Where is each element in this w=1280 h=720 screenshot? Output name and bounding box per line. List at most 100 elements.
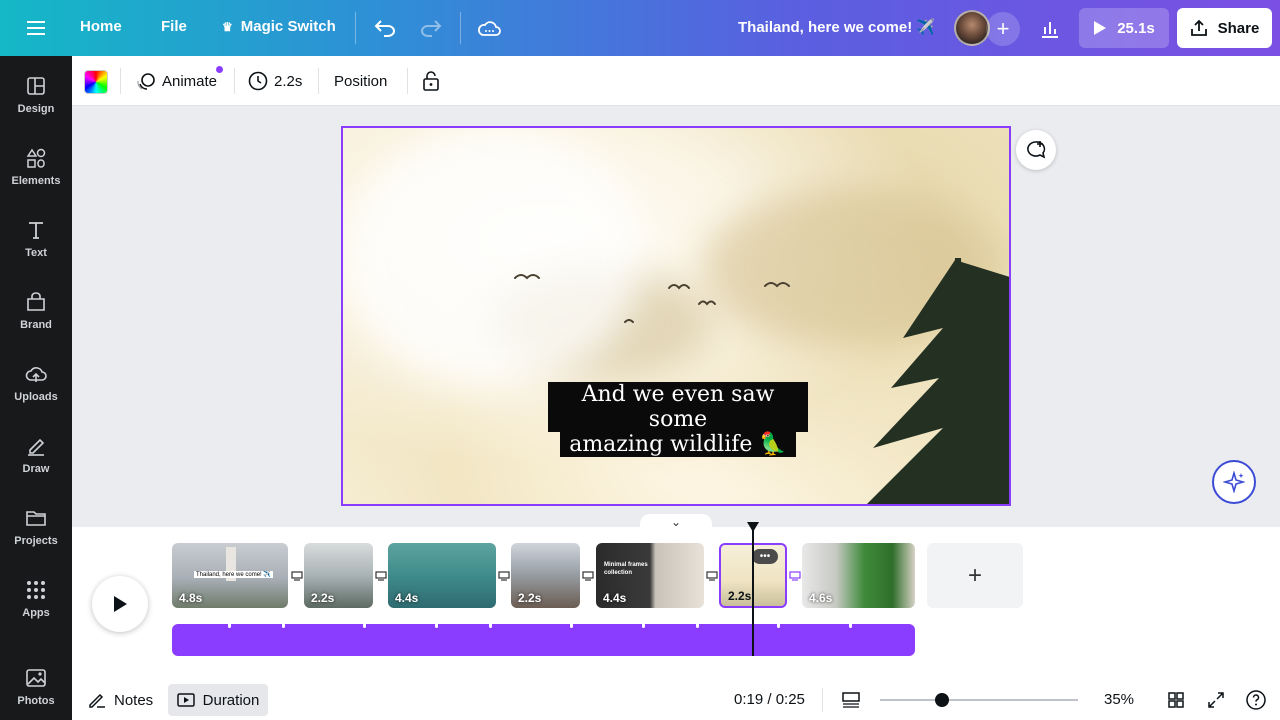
audio-track[interactable]: [172, 624, 915, 656]
add-page-button[interactable]: +: [927, 543, 1023, 608]
grid-view-icon[interactable]: [1164, 688, 1188, 712]
avatar[interactable]: [954, 10, 990, 46]
sidebar-item-projects[interactable]: Projects: [0, 507, 72, 571]
sparkle-icon: [1223, 471, 1245, 493]
magic-assistant-button[interactable]: [1212, 460, 1256, 504]
file-menu[interactable]: File: [161, 18, 187, 35]
play-timeline-button[interactable]: [92, 576, 148, 632]
divider: [234, 68, 235, 94]
sidebar-item-uploads[interactable]: Uploads: [0, 363, 72, 427]
beat-marker: [777, 624, 780, 628]
cloud-upload-icon: [25, 367, 47, 382]
present-button[interactable]: 25.1s: [1079, 8, 1169, 48]
plus-icon: +: [996, 16, 1010, 41]
zoom-slider-handle[interactable]: [935, 693, 949, 707]
design-page[interactable]: And we even saw some amazing wildlife 🦜: [341, 126, 1011, 506]
home-button[interactable]: Home: [80, 18, 122, 35]
sidebar-item-brand[interactable]: Brand: [0, 291, 72, 355]
timeline-clip-1[interactable]: Thailand, here we come! ✈️ 4.8s: [172, 543, 288, 608]
text-icon: [29, 222, 43, 239]
beat-marker: [435, 624, 438, 628]
timeline-clip-5[interactable]: Minimal frames collection 4.4s: [596, 543, 704, 608]
duration-label: Duration: [202, 691, 260, 709]
page-layout-icon[interactable]: [839, 688, 863, 712]
caption-line-1: And we even saw some: [548, 382, 808, 432]
transition-icon[interactable]: [787, 568, 803, 584]
divider: [318, 68, 319, 94]
transition-icon[interactable]: [580, 568, 596, 584]
sidebar-item-apps[interactable]: Apps: [0, 579, 72, 643]
cloud-save-icon[interactable]: [474, 14, 504, 42]
sidebar-item-label: Apps: [22, 607, 50, 619]
share-button[interactable]: Share: [1177, 8, 1272, 48]
notes-icon: [89, 693, 105, 708]
playhead-handle[interactable]: [747, 522, 759, 532]
magic-switch-button[interactable]: ♛ Magic Switch: [222, 18, 336, 35]
photo-icon: [26, 669, 46, 687]
playhead[interactable]: [752, 526, 754, 656]
sidebar-item-photos[interactable]: Photos: [0, 667, 72, 720]
beat-marker: [489, 624, 492, 628]
transition-icon[interactable]: [289, 568, 305, 584]
add-collaborator-button[interactable]: +: [986, 12, 1020, 46]
notes-button[interactable]: Notes: [88, 686, 153, 714]
magic-switch-label: Magic Switch: [240, 18, 336, 35]
lock-button[interactable]: [422, 70, 440, 92]
redo-icon[interactable]: [416, 14, 446, 42]
timeline-clip-3[interactable]: 4.4s: [388, 543, 496, 608]
film-icon: [176, 693, 195, 707]
beat-marker: [228, 624, 231, 628]
timeline-clip-4[interactable]: 2.2s: [511, 543, 580, 608]
sidebar-item-label: Elements: [11, 175, 61, 187]
caption-text[interactable]: And we even saw some amazing wildlife 🦜: [548, 382, 808, 457]
undo-icon[interactable]: [370, 14, 400, 42]
caption-line-2: amazing wildlife 🦜: [560, 432, 796, 457]
present-duration: 25.1s: [1117, 19, 1155, 37]
clip-more-options-button[interactable]: •••: [752, 549, 778, 564]
clip-caption: Minimal frames collection: [604, 562, 648, 576]
clip-duration: 2.2s: [518, 591, 542, 605]
sidebar-item-elements[interactable]: Elements: [0, 147, 72, 211]
comment-plus-icon: [1027, 141, 1046, 159]
play-icon: [114, 596, 127, 612]
duration-button[interactable]: Duration: [168, 684, 268, 716]
position-button[interactable]: Position: [334, 70, 387, 92]
sidebar-item-draw[interactable]: Draw: [0, 435, 72, 499]
add-comment-button[interactable]: [1016, 130, 1056, 170]
apps-grid-icon: [27, 581, 45, 599]
timeline-clip-7[interactable]: 4.6s: [802, 543, 915, 608]
animate-button[interactable]: Animate: [136, 70, 217, 92]
top-bar: Home File ♛ Magic Switch Thailand, here …: [0, 0, 1280, 56]
transition-icon[interactable]: [373, 568, 389, 584]
beat-marker: [696, 624, 699, 628]
folder-icon: [26, 511, 46, 526]
notification-dot: [216, 66, 223, 73]
timeline-clip-2[interactable]: 2.2s: [304, 543, 373, 608]
clip-duration: 4.6s: [809, 591, 833, 605]
zoom-level[interactable]: 35%: [1104, 691, 1134, 708]
sidebar-item-design[interactable]: Design: [0, 75, 72, 139]
transition-icon[interactable]: [704, 568, 720, 584]
sidebar-item-label: Photos: [17, 695, 55, 707]
document-title[interactable]: Thailand, here we come! ✈️: [738, 18, 935, 36]
beat-marker: [282, 624, 285, 628]
timing-button[interactable]: 2.2s: [248, 70, 302, 92]
play-icon: [1094, 21, 1107, 35]
insights-icon[interactable]: [1032, 12, 1068, 46]
transition-icon[interactable]: [496, 568, 512, 584]
sidebar-item-text[interactable]: Text: [0, 219, 72, 283]
beat-marker: [642, 624, 645, 628]
help-icon[interactable]: [1244, 688, 1268, 712]
zoom-slider-track[interactable]: [880, 699, 1078, 701]
clip-duration: 2.2s: [728, 589, 752, 603]
position-label: Position: [334, 72, 388, 90]
layout-icon: [27, 77, 45, 95]
clip-caption: Thailand, here we come! ✈️: [194, 571, 273, 578]
brand-icon: [27, 292, 45, 311]
menu-icon[interactable]: [18, 14, 54, 42]
divider: [822, 688, 823, 712]
color-picker[interactable]: [84, 70, 108, 94]
fullscreen-icon[interactable]: [1204, 688, 1228, 712]
animate-label: Animate: [162, 72, 218, 90]
lock-icon: [423, 71, 439, 91]
